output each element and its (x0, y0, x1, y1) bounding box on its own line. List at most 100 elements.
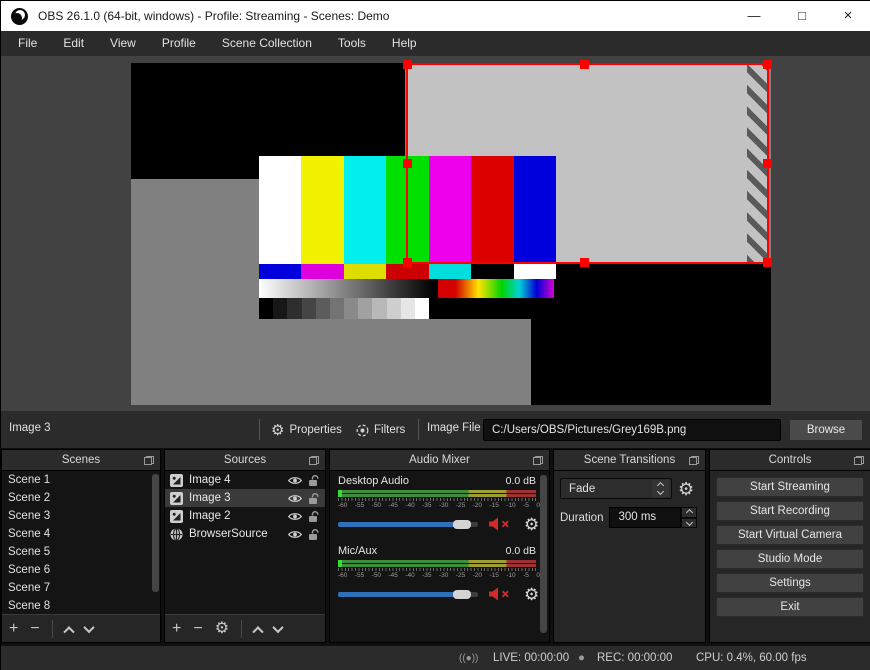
selection-handle-top-right[interactable] (763, 60, 772, 69)
selection-handle-top-middle[interactable] (580, 60, 589, 69)
source-row[interactable]: Image 4 (165, 471, 325, 489)
audio-mixer-dock-header[interactable]: Audio Mixer (330, 450, 549, 471)
remove-scene-icon[interactable]: − (30, 620, 39, 637)
selection-handle-top-left[interactable] (403, 60, 412, 69)
selection-handle-bottom-right[interactable] (763, 258, 772, 267)
dock-popout-icon[interactable] (144, 456, 154, 465)
source-row[interactable]: Image 2 (165, 507, 325, 525)
lock-open-icon[interactable] (308, 474, 320, 487)
menu-item[interactable]: Edit (50, 31, 97, 56)
dock-popout-icon[interactable] (533, 456, 543, 465)
visibility-eye-icon[interactable] (288, 476, 302, 485)
selected-source-label: Image 3 (9, 422, 51, 434)
mute-speaker-icon[interactable] (488, 517, 514, 531)
maximize-button[interactable]: □ (779, 1, 825, 31)
scene-item[interactable]: Scene 5 (2, 543, 160, 561)
menu-item[interactable]: View (97, 31, 149, 56)
duration-value[interactable]: 300 ms (609, 507, 682, 528)
broadcast-icon: ((●)) (459, 653, 479, 664)
source-properties-gear-icon[interactable]: ⚙ (215, 620, 229, 637)
scene-canvas[interactable] (131, 60, 772, 405)
mute-speaker-icon[interactable] (488, 587, 514, 601)
control-button[interactable]: Start Streaming (716, 477, 864, 497)
volume-slider-handle[interactable] (452, 589, 471, 599)
volume-slider[interactable] (338, 589, 478, 599)
lock-open-icon[interactable] (308, 492, 320, 505)
audio-mixer-body: Desktop Audio 0.0 dB -60 -55 -50 -45 -40 -35-… (330, 471, 549, 642)
scenes-dock-header[interactable]: Scenes (2, 450, 160, 471)
scene-item[interactable]: Scene 8 (2, 597, 160, 614)
menu-item[interactable]: Tools (325, 31, 379, 56)
visibility-eye-icon[interactable] (288, 494, 302, 503)
close-button[interactable]: × (825, 1, 870, 31)
lock-open-icon[interactable] (308, 510, 320, 523)
volume-slider-handle[interactable] (452, 519, 471, 529)
scene-item[interactable]: Scene 2 (2, 489, 160, 507)
selection-handle-bottom-left[interactable] (403, 258, 412, 267)
sources-dock-header[interactable]: Sources (165, 450, 325, 471)
minimize-button[interactable]: — (731, 1, 777, 31)
lock-open-icon[interactable] (308, 528, 320, 541)
filters-button[interactable]: Filters (356, 419, 405, 441)
move-scene-up-icon[interactable] (63, 625, 75, 637)
selection-handle-middle-left[interactable] (403, 159, 412, 168)
controls-dock-header[interactable]: Controls (710, 450, 870, 471)
move-source-up-icon[interactable] (252, 625, 264, 637)
duration-spinbox[interactable]: 300 ms (609, 507, 698, 528)
selection-handle-middle-right[interactable] (763, 159, 772, 168)
color-bar (259, 264, 302, 279)
scene-black-rect-bottom-right[interactable] (531, 264, 771, 405)
control-button[interactable]: Settings (716, 573, 864, 593)
channel-settings-gear-icon[interactable]: ⚙ (524, 586, 539, 603)
menu-item[interactable]: Help (379, 31, 430, 56)
image-file-input[interactable]: C:/Users/OBS/Pictures/Grey169B.png (483, 419, 781, 441)
preview-pane (1, 56, 870, 411)
remove-source-icon[interactable]: − (193, 620, 202, 637)
visibility-eye-icon[interactable] (288, 530, 302, 539)
move-source-down-icon[interactable] (272, 621, 284, 633)
menu-item[interactable]: File (5, 31, 50, 56)
source-selection-box[interactable] (403, 60, 772, 267)
transition-select[interactable]: Fade (560, 478, 672, 499)
scene-item[interactable]: Scene 4 (2, 525, 160, 543)
scene-item[interactable]: Scene 7 (2, 579, 160, 597)
volume-slider[interactable] (338, 519, 478, 529)
control-button[interactable]: Exit (716, 597, 864, 617)
browser-source-globe-icon (170, 527, 183, 541)
gray-step (301, 298, 316, 319)
volume-slider-fill (338, 591, 456, 597)
scene-item[interactable]: Scene 3 (2, 507, 160, 525)
transitions-body: Fade ⚙ Duration 300 ms (554, 471, 705, 642)
source-row[interactable]: BrowserSource (165, 525, 325, 543)
channel-label: Mic/Aux (338, 545, 378, 557)
menu-item[interactable]: Profile (149, 31, 209, 56)
meter-bar-right (338, 564, 536, 567)
dock-popout-icon[interactable] (689, 456, 699, 465)
duration-increase-icon[interactable] (681, 507, 698, 518)
properties-button[interactable]: ⚙ Properties (271, 419, 342, 441)
move-scene-down-icon[interactable] (83, 621, 95, 633)
selection-handle-bottom-middle[interactable] (580, 258, 589, 267)
duration-decrease-icon[interactable] (681, 517, 698, 528)
browse-button[interactable]: Browse (789, 419, 863, 441)
visibility-eye-icon[interactable] (288, 512, 302, 521)
add-scene-icon[interactable]: + (9, 620, 18, 637)
control-button[interactable]: Start Recording (716, 501, 864, 521)
control-button[interactable]: Start Virtual Camera (716, 525, 864, 545)
transition-settings-gear-icon[interactable]: ⚙ (678, 480, 694, 498)
add-source-icon[interactable]: + (172, 620, 181, 637)
dock-popout-icon[interactable] (854, 456, 864, 465)
mixer-channel-mic-aux: Mic/Aux 0.0 dB -60 -55 -50 -45 -40 -35 -30 -25-… (338, 545, 541, 603)
source-row-selected[interactable]: Image 3 (165, 489, 325, 507)
transitions-dock-header[interactable]: Scene Transitions (554, 450, 705, 471)
dock-popout-icon[interactable] (309, 456, 319, 465)
menu-item[interactable]: Scene Collection (209, 31, 325, 56)
channel-settings-gear-icon[interactable]: ⚙ (524, 516, 539, 533)
scene-item[interactable]: Scene 6 (2, 561, 160, 579)
cpu-fps-stats: CPU: 0.4%, 60.00 fps (696, 652, 807, 664)
mixer-scrollbar[interactable] (540, 475, 547, 633)
scene-item[interactable]: Scene 1 (2, 471, 160, 489)
scenes-scrollbar[interactable] (152, 474, 159, 592)
scale-label: -20 (472, 502, 483, 509)
control-button[interactable]: Studio Mode (716, 549, 864, 569)
